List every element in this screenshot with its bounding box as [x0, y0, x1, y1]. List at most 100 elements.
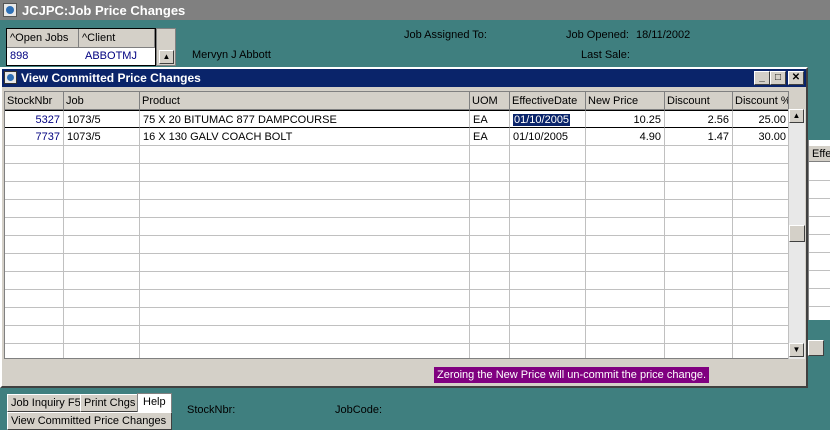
- scroll-thumb[interactable]: [789, 225, 805, 242]
- col-header-stocknbr[interactable]: StockNbr: [5, 92, 64, 110]
- discount-cell[interactable]: 2.56: [665, 110, 733, 128]
- empty-cell: [510, 164, 586, 182]
- effective-date-text[interactable]: 01/10/2005: [513, 114, 571, 126]
- uom-cell[interactable]: EA: [470, 110, 510, 128]
- empty-cell: [140, 200, 470, 218]
- discount-pct-cell[interactable]: 30.00: [733, 128, 788, 146]
- empty-cell: [665, 146, 733, 164]
- table-row[interactable]: 5327 1073/5 75 X 20 BITUMAC 877 DAMPCOUR…: [5, 110, 788, 128]
- jobs-scrollbar[interactable]: ▲: [156, 28, 176, 66]
- empty-cell: [733, 308, 788, 326]
- right-grid-line: [809, 234, 830, 235]
- effective-date-cell[interactable]: 01/10/2005: [510, 110, 586, 128]
- empty-cell: [510, 272, 586, 290]
- empty-cell: [5, 200, 64, 218]
- empty-cell: [470, 344, 510, 358]
- col-header-discount-pct[interactable]: Discount %: [733, 92, 788, 110]
- empty-cell: [140, 326, 470, 344]
- open-jobs-header[interactable]: ^Open Jobs: [7, 29, 79, 48]
- product-cell[interactable]: 16 X 130 GALV COACH BOLT: [140, 128, 470, 146]
- new-price-cell[interactable]: 10.25: [586, 110, 665, 128]
- empty-cell: [64, 344, 140, 358]
- empty-table-row: [5, 290, 788, 308]
- committed-price-changes-window: View Committed Price Changes _ □ ✕ Stock…: [0, 67, 808, 388]
- view-committed-price-changes-button[interactable]: View Committed Price Changes: [7, 412, 172, 430]
- col-header-product[interactable]: Product: [140, 92, 470, 110]
- minimize-icon[interactable]: _: [754, 71, 770, 85]
- empty-cell: [64, 236, 140, 254]
- scroll-up-icon[interactable]: ▲: [789, 109, 804, 123]
- empty-table-row: [5, 164, 788, 182]
- discount-pct-cell[interactable]: 25.00: [733, 110, 788, 128]
- stocknbr-cell[interactable]: 5327: [5, 110, 64, 128]
- client-cell[interactable]: ABBOTMJ: [85, 48, 155, 65]
- empty-table-row: [5, 308, 788, 326]
- table-row[interactable]: 7737 1073/5 16 X 130 GALV COACH BOLT EA …: [5, 128, 788, 146]
- discount-cell[interactable]: 1.47: [665, 128, 733, 146]
- col-header-discount[interactable]: Discount: [665, 92, 733, 110]
- grid-vertical-scrollbar[interactable]: ▲ ▼: [788, 109, 805, 359]
- col-header-new-price[interactable]: New Price: [586, 92, 665, 110]
- empty-cell: [510, 344, 586, 358]
- app-title-bar: JCJPC:Job Price Changes: [0, 0, 830, 20]
- maximize-icon[interactable]: □: [770, 71, 786, 85]
- empty-cell: [140, 290, 470, 308]
- empty-cell: [140, 164, 470, 182]
- empty-cell: [586, 272, 665, 290]
- empty-cell: [5, 236, 64, 254]
- empty-cell: [510, 200, 586, 218]
- empty-table-row: [5, 218, 788, 236]
- empty-cell: [733, 200, 788, 218]
- right-grid-line: [809, 180, 830, 181]
- empty-cell: [733, 344, 788, 358]
- empty-cell: [510, 146, 586, 164]
- empty-cell: [733, 272, 788, 290]
- stocknbr-label: StockNbr:: [187, 404, 236, 416]
- empty-cell: [470, 272, 510, 290]
- open-job-cell[interactable]: 898: [10, 48, 78, 65]
- scroll-down-icon[interactable]: ▼: [789, 343, 804, 357]
- product-cell[interactable]: 75 X 20 BITUMAC 877 DAMPCOURSE: [140, 110, 470, 128]
- modal-title-bar: View Committed Price Changes _ □ ✕: [2, 69, 806, 87]
- help-tab[interactable]: Help: [137, 393, 172, 412]
- empty-cell: [5, 182, 64, 200]
- empty-cell: [665, 326, 733, 344]
- empty-cell: [64, 308, 140, 326]
- empty-cell: [510, 326, 586, 344]
- empty-cell: [5, 218, 64, 236]
- col-header-job[interactable]: Job: [64, 92, 140, 110]
- empty-cell: [733, 254, 788, 272]
- right-small-button[interactable]: [808, 340, 824, 356]
- client-header[interactable]: ^Client: [79, 29, 155, 48]
- col-header-effective-date[interactable]: EffectiveDate: [510, 92, 586, 110]
- job-cell[interactable]: 1073/5: [64, 110, 140, 128]
- uom-cell[interactable]: EA: [470, 128, 510, 146]
- empty-cell: [140, 254, 470, 272]
- empty-cell: [5, 164, 64, 182]
- empty-cell: [733, 182, 788, 200]
- empty-cell: [470, 182, 510, 200]
- job-inquiry-button[interactable]: Job Inquiry F5: [7, 394, 85, 412]
- close-icon[interactable]: ✕: [788, 71, 804, 85]
- empty-cell: [470, 146, 510, 164]
- empty-cell: [5, 326, 64, 344]
- stocknbr-cell[interactable]: 7737: [5, 128, 64, 146]
- empty-cell: [140, 272, 470, 290]
- print-changes-button[interactable]: Print Chgs: [80, 394, 140, 412]
- empty-table-row: [5, 254, 788, 272]
- empty-cell: [64, 146, 140, 164]
- empty-cell: [5, 272, 64, 290]
- price-changes-grid[interactable]: StockNbr Job Product UOM EffectiveDate N…: [4, 91, 789, 359]
- empty-cell: [733, 164, 788, 182]
- empty-cell: [140, 146, 470, 164]
- new-price-cell[interactable]: 4.90: [586, 128, 665, 146]
- empty-cell: [470, 164, 510, 182]
- empty-cell: [586, 200, 665, 218]
- scroll-up-icon[interactable]: ▲: [159, 50, 174, 64]
- empty-cell: [140, 344, 470, 358]
- effective-date-cell[interactable]: 01/10/2005: [510, 128, 586, 146]
- open-jobs-grid[interactable]: ^Open Jobs ^Client 898 ABBOTMJ: [6, 28, 156, 66]
- empty-cell: [64, 200, 140, 218]
- col-header-uom[interactable]: UOM: [470, 92, 510, 110]
- job-cell[interactable]: 1073/5: [64, 128, 140, 146]
